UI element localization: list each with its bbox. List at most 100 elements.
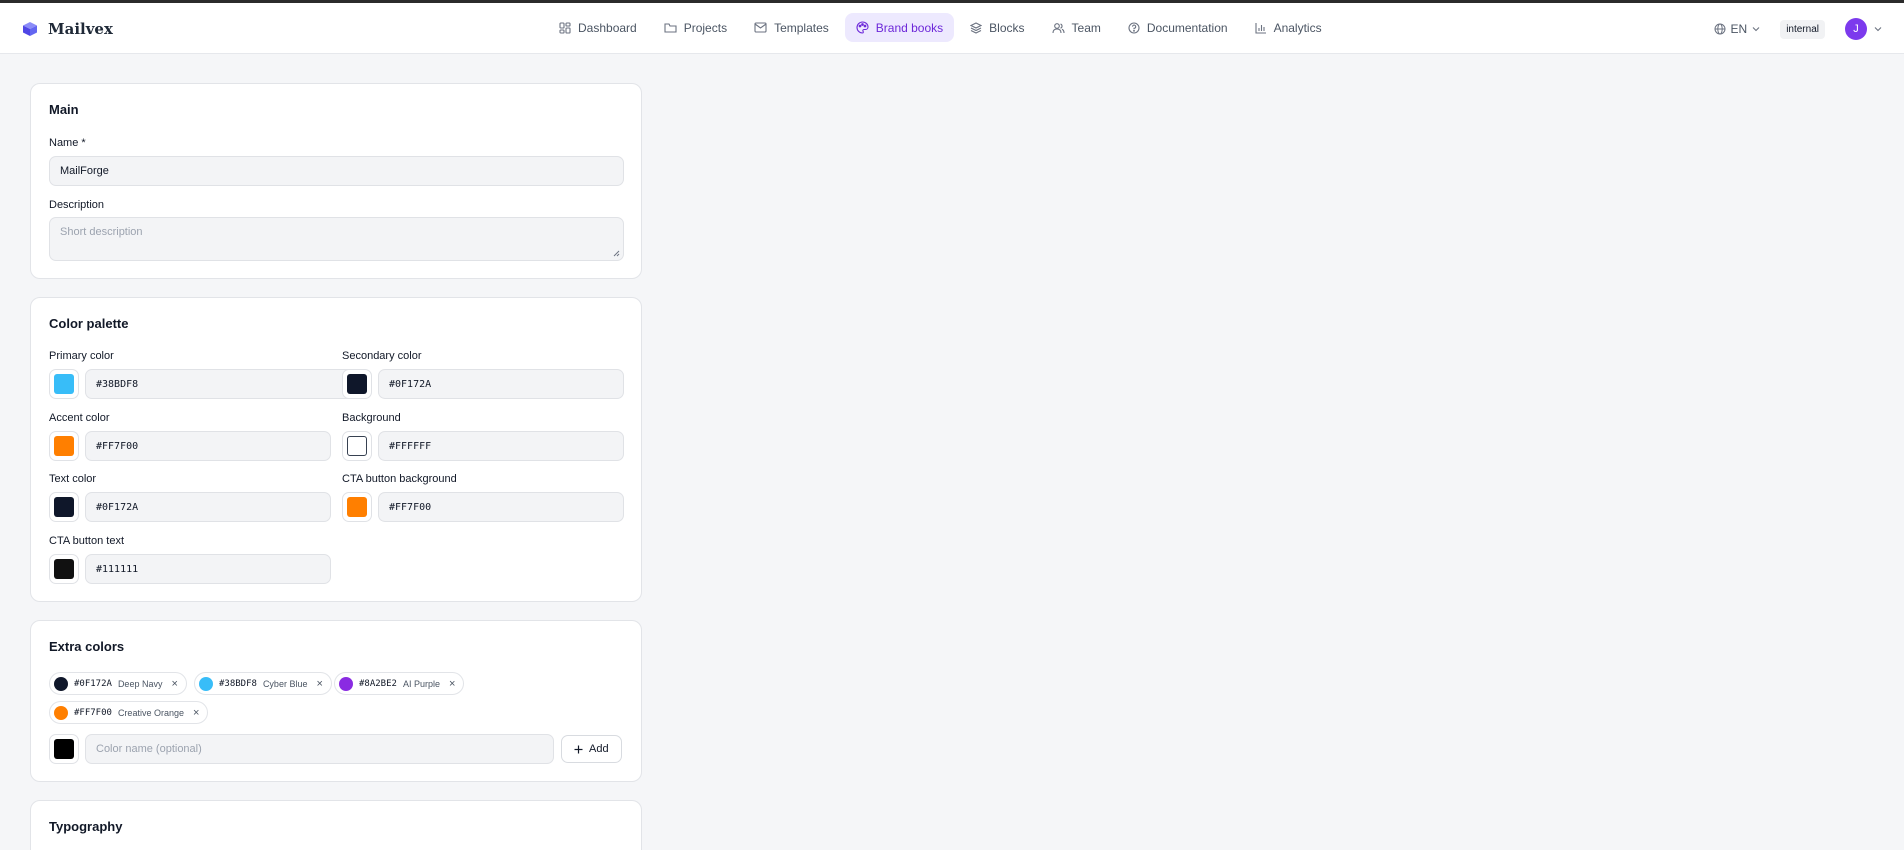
primary-color-input[interactable]: #38BDF8: [85, 369, 361, 399]
extra-color-chip-cyber-blue: #38BDF8 Cyber Blue ×: [194, 672, 332, 695]
chip-name: Cyber Blue: [262, 678, 308, 689]
layers-icon: [970, 21, 983, 34]
nav-templates[interactable]: Templates: [743, 13, 840, 42]
nav-dashboard-label: Dashboard: [578, 20, 637, 35]
extra-color-chip-deep-navy: #0F172A Deep Navy ×: [49, 672, 187, 695]
background-color-input[interactable]: #FFFFFF: [378, 431, 624, 461]
description-textarea[interactable]: Short description: [49, 217, 624, 261]
cta-text-label: CTA button text: [49, 535, 125, 547]
cube-logo-icon: [23, 22, 37, 36]
cta-background-picker[interactable]: [342, 492, 372, 522]
background-color-picker[interactable]: [342, 431, 372, 461]
secondary-color-input[interactable]: #0F172A: [378, 369, 624, 399]
color-name-input[interactable]: Color name (optional): [85, 734, 554, 764]
cta-text-swatch: [54, 559, 74, 579]
nav-documentation-label: Documentation: [1146, 20, 1228, 35]
name-input[interactable]: MailForge: [49, 156, 624, 186]
nav-templates-label: Templates: [774, 20, 829, 35]
accent-color-picker[interactable]: [49, 431, 79, 461]
extra-colors-title: Extra colors: [49, 639, 125, 654]
chip-hex: #FF7F00: [74, 707, 112, 718]
secondary-color-swatch: [347, 374, 367, 394]
app-name: Mailvex: [48, 20, 113, 38]
palette-icon: [856, 21, 869, 34]
cta-background-label: CTA button background: [342, 473, 457, 485]
chevron-down-icon: [1874, 27, 1882, 32]
cta-background-input[interactable]: #FF7F00: [378, 492, 624, 522]
add-color-button[interactable]: Add: [561, 735, 622, 763]
accent-color-swatch: [54, 436, 74, 456]
secondary-color-picker[interactable]: [342, 369, 372, 399]
nav-documentation[interactable]: Documentation: [1117, 13, 1239, 42]
primary-color-picker[interactable]: [49, 369, 79, 399]
nav-right-controls: EN internal J: [1714, 18, 1882, 40]
nav-blocks-label: Blocks: [989, 20, 1025, 35]
resize-handle-icon[interactable]: [613, 250, 620, 257]
chip-hex: #8A2BE2: [359, 678, 397, 689]
chip-color-dot: [199, 676, 213, 691]
text-color-input[interactable]: #0F172A: [85, 492, 331, 522]
remove-chip-icon[interactable]: ×: [193, 707, 199, 719]
secondary-color-label: Secondary color: [342, 350, 422, 362]
color-palette-card: Color palette Primary color #38BDF8 Seco…: [30, 297, 642, 602]
plus-icon: [574, 745, 583, 753]
main-menu: Dashboard Projects Templates Brand books…: [548, 13, 1333, 42]
remove-chip-icon[interactable]: ×: [316, 678, 322, 690]
nav-analytics[interactable]: Analytics: [1244, 13, 1333, 42]
background-color-swatch: [347, 436, 367, 456]
cta-text-input[interactable]: #111111: [85, 554, 331, 584]
extra-color-chip-ai-purple: #8A2BE2 AI Purple ×: [334, 672, 465, 695]
cta-text-picker[interactable]: [49, 554, 79, 584]
remove-chip-icon[interactable]: ×: [171, 678, 177, 690]
nav-dashboard[interactable]: Dashboard: [548, 13, 648, 42]
nav-blocks[interactable]: Blocks: [959, 13, 1035, 42]
chip-hex: #38BDF8: [219, 678, 257, 689]
top-navigation-bar: Mailvex Dashboard Projects Templates Bra…: [0, 3, 1904, 54]
dashboard-icon: [559, 21, 571, 34]
extra-colors-card: Extra colors #0F172A Deep Navy × #38BDF8…: [30, 620, 642, 782]
typography-card: Typography: [30, 800, 642, 850]
chip-color-dot: [339, 676, 353, 691]
remove-chip-icon[interactable]: ×: [449, 678, 455, 690]
main-section-card: Main Name * MailForge Description Short …: [30, 83, 642, 279]
background-color-label: Background: [342, 412, 401, 424]
nav-team-label: Team: [1071, 20, 1101, 35]
chip-hex: #0F172A: [74, 678, 112, 689]
avatar: J: [1845, 18, 1867, 40]
folder-icon: [664, 22, 677, 33]
description-placeholder: Short description: [60, 226, 143, 238]
app-logo[interactable]: Mailvex: [22, 20, 113, 38]
text-color-picker[interactable]: [49, 492, 79, 522]
accent-color-input[interactable]: #FF7F00: [85, 431, 331, 461]
globe-icon: [1714, 23, 1726, 35]
new-color-swatch: [54, 739, 74, 759]
environment-badge: internal: [1780, 19, 1825, 39]
nav-team[interactable]: Team: [1041, 13, 1112, 42]
primary-color-label: Primary color: [49, 350, 114, 362]
new-color-picker[interactable]: [49, 734, 79, 764]
chevron-down-icon: [1752, 27, 1760, 32]
mail-icon: [754, 22, 767, 33]
description-label: Description: [49, 199, 105, 211]
primary-color-swatch: [54, 374, 74, 394]
add-button-label: Add: [589, 743, 609, 755]
main-section-title: Main: [49, 102, 79, 117]
nav-brand-books[interactable]: Brand books: [844, 13, 955, 42]
typography-title: Typography: [49, 819, 123, 834]
nav-analytics-label: Analytics: [1273, 20, 1322, 35]
name-label: Name *: [49, 137, 86, 149]
text-color-swatch: [54, 497, 74, 517]
chip-name: Deep Navy: [117, 678, 163, 689]
chip-name: AI Purple: [402, 678, 440, 689]
nav-projects-label: Projects: [683, 20, 728, 35]
help-icon: [1128, 21, 1140, 34]
cta-background-swatch: [347, 497, 367, 517]
user-menu[interactable]: J: [1845, 18, 1882, 40]
nav-projects[interactable]: Projects: [653, 13, 738, 42]
language-code: EN: [1730, 22, 1748, 36]
language-selector[interactable]: EN: [1714, 22, 1761, 36]
nav-brand-books-label: Brand books: [875, 20, 944, 35]
users-icon: [1051, 22, 1065, 33]
chip-name: Creative Orange: [117, 707, 184, 718]
chip-color-dot: [54, 705, 68, 720]
